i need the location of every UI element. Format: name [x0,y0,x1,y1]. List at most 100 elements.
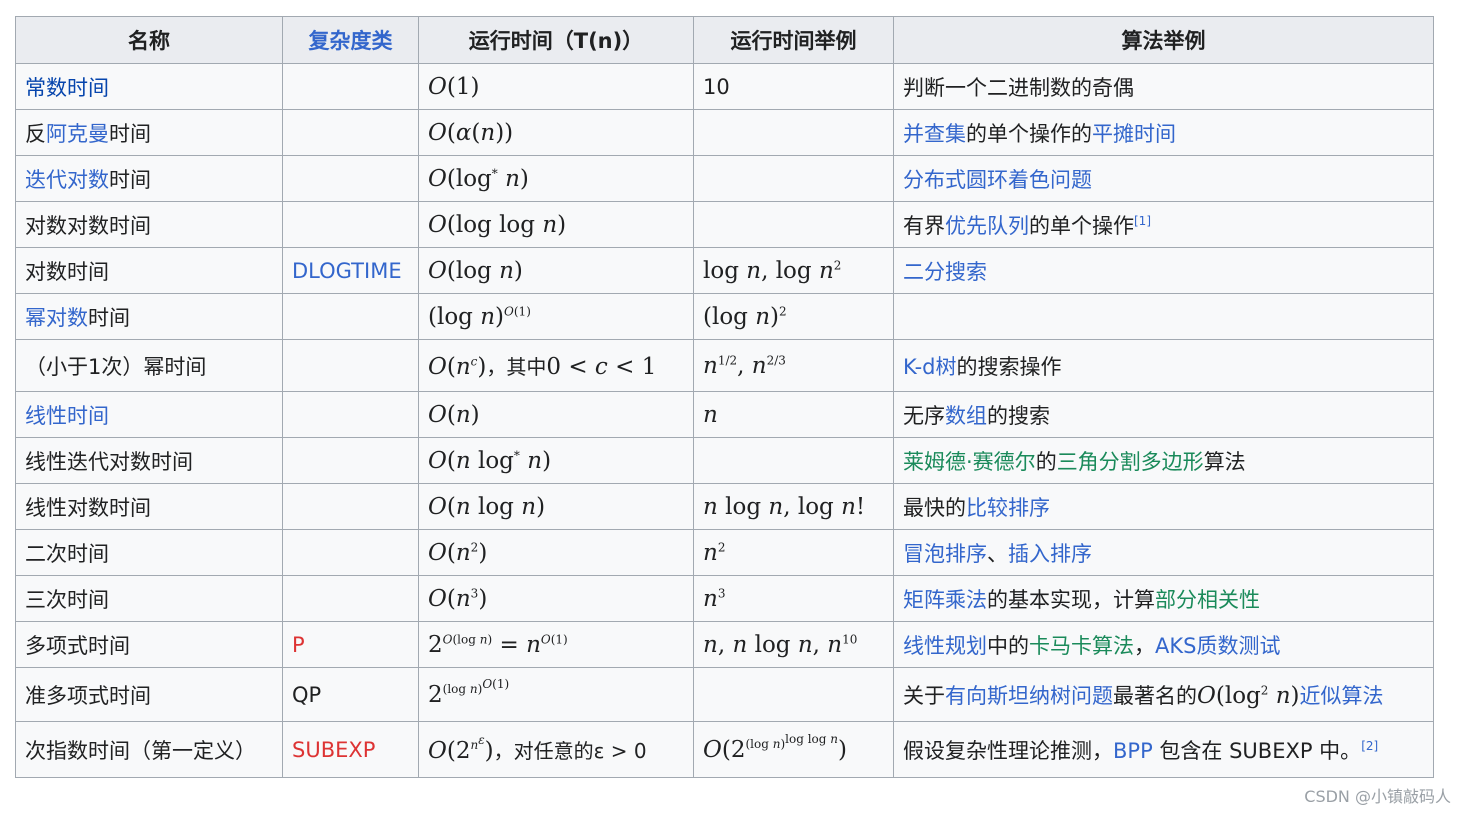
cell-algos: 分布式圆环着色问题 [893,155,1434,202]
cell-time: O(α(n)) [418,109,694,156]
cell-algos: 矩阵乘法的基本实现，计算部分相关性 [893,575,1434,622]
cell-algos: 有界优先队列的单个操作[1] [893,201,1434,248]
table-row: 对数时间 DLOGTIME O(log n) log n, log n2 二分搜… [15,247,1434,294]
cell-time: O(1) [418,63,694,110]
cell-name: 准多项式时间 [15,667,283,722]
ref-2[interactable]: [2] [1361,739,1378,753]
table-row: 线性对数时间 O(n log n) n log n, log n! 最快的比较排… [15,483,1434,530]
cell-class [282,293,419,340]
link-polylog[interactable]: 幂对数 [25,306,88,330]
link-approximation[interactable]: 近似算法 [1300,684,1384,708]
cell-algos: 并查集的单个操作的平摊时间 [893,109,1434,156]
cell-algos: 判断一个二进制数的奇偶 [893,63,1434,110]
link-iterated-log[interactable]: 迭代对数 [25,168,109,192]
cell-time: O(n3) [418,575,694,622]
table-row: 二次时间 O(n2) n2 冒泡排序、插入排序 [15,529,1434,576]
table-row: 反阿克曼时间 O(α(n)) 并查集的单个操作的平摊时间 [15,109,1434,156]
header-algos[interactable]: 算法举例 [893,16,1434,64]
header-time[interactable]: 运行时间（T(n)） [418,16,694,64]
table-row: 准多项式时间 QP 2(log n)O(1) 关于有向斯坦纳树问题最著名的O(l… [15,667,1434,722]
header-examples[interactable]: 运行时间举例 [693,16,894,64]
link-distributed-coloring[interactable]: 分布式圆环着色问题 [903,168,1092,192]
table-row: 幂对数时间 (log n)O(1) (log n)2 [15,293,1434,340]
cell-name: 反阿克曼时间 [15,109,283,156]
cell-examples: (log n)2 [693,293,894,340]
link-union-find[interactable]: 并查集 [903,122,966,146]
link-partial-correlation[interactable]: 部分相关性 [1155,588,1260,612]
cell-time: O(n log* n) [418,437,694,484]
cell-time: O(log* n) [418,155,694,202]
cell-examples: log n, log n2 [693,247,894,294]
cell-algos: 莱姆德·赛德尔的三角分割多边形算法 [893,437,1434,484]
link-linear-time[interactable]: 线性时间 [25,404,109,428]
cell-examples [693,201,894,248]
cell-algos: 关于有向斯坦纳树问题最著名的O(log2 n)近似算法 [893,667,1434,722]
link-seidel[interactable]: 莱姆德·赛德尔 [903,450,1036,474]
cell-class [282,339,419,392]
link-polygon-triangulation[interactable]: 三角分割多边形 [1057,450,1204,474]
link-constant-time[interactable]: 常数时间 [25,76,109,100]
header-class-link[interactable]: 复杂度类 [309,29,393,53]
cell-class [282,483,419,530]
cell-class: DLOGTIME [282,247,419,294]
cell-name: 线性时间 [15,391,283,438]
table-row: 对数对数时间 O(log log n) 有界优先队列的单个操作[1] [15,201,1434,248]
link-aks[interactable]: AKS质数测试 [1155,634,1280,658]
cell-name: 迭代对数时间 [15,155,283,202]
link-insertion-sort[interactable]: 插入排序 [1008,542,1092,566]
cell-examples: n [693,391,894,438]
cell-class [282,109,419,156]
complexity-table: 名称 复杂度类 运行时间（T(n)） 运行时间举例 算法举例 常数时间 O(1)… [15,16,1434,778]
table-row: 线性时间 O(n) n 无序数组的搜索 [15,391,1434,438]
cell-name: 对数对数时间 [15,201,283,248]
cell-class [282,437,419,484]
table-row: 次指数时间（第一定义） SUBEXP O(2nε)，对任意的ε > 0 O(2(… [15,721,1434,778]
cell-algos [893,293,1434,340]
header-name[interactable]: 名称 [15,16,283,64]
cell-algos: 无序数组的搜索 [893,391,1434,438]
link-linear-programming[interactable]: 线性规划 [903,634,987,658]
link-bpp[interactable]: BPP [1113,739,1153,763]
table-row: 迭代对数时间 O(log* n) 分布式圆环着色问题 [15,155,1434,202]
cell-class [282,201,419,248]
cell-class [282,529,419,576]
cell-name: 次指数时间（第一定义） [15,721,283,778]
cell-class [282,63,419,110]
table-header-row: 名称 复杂度类 运行时间（T(n)） 运行时间举例 算法举例 [15,16,1434,64]
link-amortized[interactable]: 平摊时间 [1092,122,1176,146]
cell-time: O(log n) [418,247,694,294]
table-row: 三次时间 O(n3) n3 矩阵乘法的基本实现，计算部分相关性 [15,575,1434,622]
ref-1[interactable]: [1] [1134,214,1151,228]
link-subexp[interactable]: SUBEXP [292,738,375,762]
cell-time: O(nc)，其中0 < c < 1 [418,339,694,392]
link-ackermann[interactable]: 阿克曼 [46,122,109,146]
link-binary-search[interactable]: 二分搜索 [903,260,987,284]
link-bubble-sort[interactable]: 冒泡排序 [903,542,987,566]
cell-examples [693,667,894,722]
cell-algos: 最快的比较排序 [893,483,1434,530]
table-row: 线性迭代对数时间 O(n log* n) 莱姆德·赛德尔的三角分割多边形算法 [15,437,1434,484]
cell-examples: O(2(log n)log log n) [693,721,894,778]
cell-time: O(n2) [418,529,694,576]
cell-name: （小于1次）幂时间 [15,339,283,392]
link-priority-queue[interactable]: 优先队列 [945,214,1029,238]
link-dlogtime[interactable]: DLOGTIME [292,259,402,283]
link-karmarkar[interactable]: 卡马卡算法 [1029,634,1134,658]
cell-examples: n log n, log n! [693,483,894,530]
cell-name: 幂对数时间 [15,293,283,340]
cell-name: 常数时间 [15,63,283,110]
cell-algos: K-d树的搜索操作 [893,339,1434,392]
link-steiner-tree[interactable]: 有向斯坦纳树问题 [945,684,1113,708]
link-matrix-mult[interactable]: 矩阵乘法 [903,588,987,612]
table-row: 常数时间 O(1) 10 判断一个二进制数的奇偶 [15,63,1434,110]
cell-algos: 线性规划中的卡马卡算法，AKS质数测试 [893,621,1434,668]
link-comparison-sort[interactable]: 比较排序 [966,496,1050,520]
cell-name: 三次时间 [15,575,283,622]
cell-class: P [282,621,419,668]
cell-name: 多项式时间 [15,621,283,668]
link-kd-tree[interactable]: K-d树 [903,355,956,379]
header-class[interactable]: 复杂度类 [282,16,419,64]
link-p-class[interactable]: P [292,633,305,657]
link-array[interactable]: 数组 [945,404,987,428]
cell-algos: 冒泡排序、插入排序 [893,529,1434,576]
